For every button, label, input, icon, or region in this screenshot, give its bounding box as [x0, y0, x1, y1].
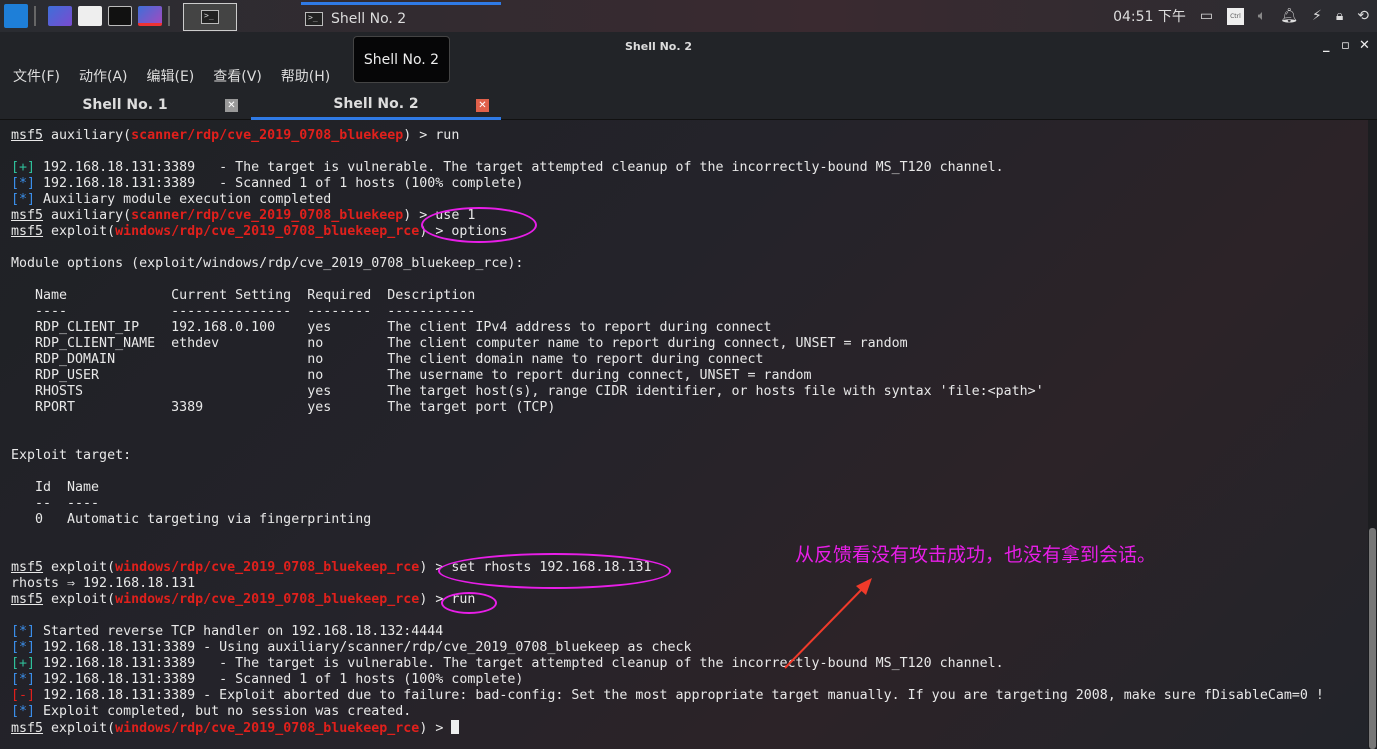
annotation-note: 从反馈看没有攻击成功，也没有拿到会话。 [795, 544, 1157, 566]
annotation-arrow [784, 578, 872, 669]
